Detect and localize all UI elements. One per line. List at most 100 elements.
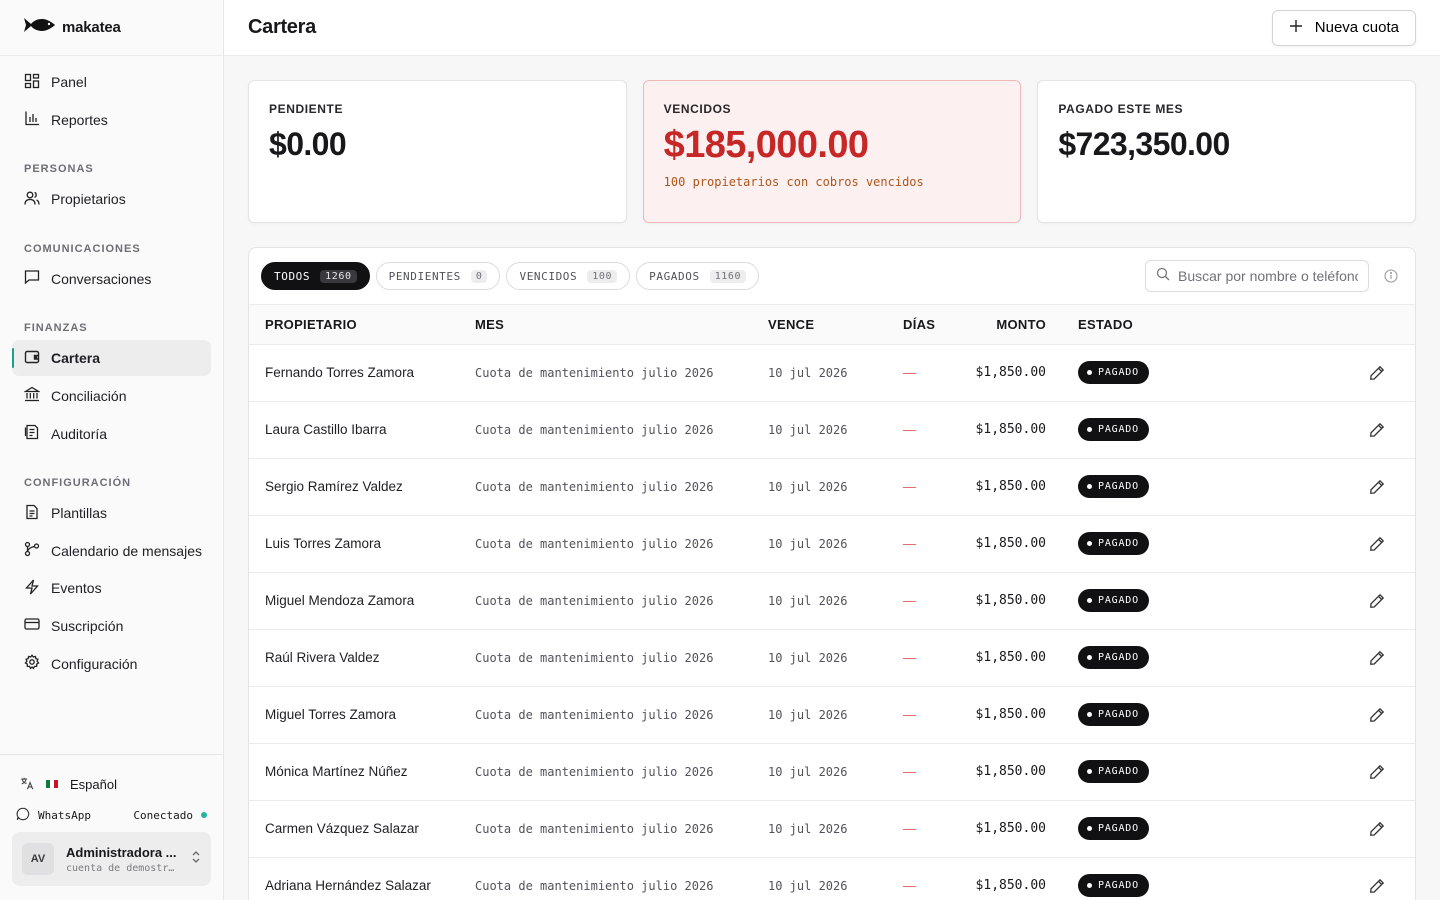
sidebar-item-label: Panel	[51, 74, 87, 90]
status-dot-icon	[1087, 712, 1092, 717]
due-date: 10 jul 2026	[768, 479, 848, 494]
table-row[interactable]: Adriana Hernández Salazar Cuota de mante…	[249, 857, 1415, 900]
section-title-comunicaciones: COMUNICACIONES	[24, 242, 141, 255]
column-header-monto[interactable]: MONTO	[970, 305, 1046, 345]
status-badge-label: PAGADO	[1098, 424, 1139, 435]
days-overdue: —	[903, 536, 916, 551]
amount: $1,850.00	[975, 479, 1046, 494]
status-badge: PAGADO	[1078, 817, 1149, 840]
sidebar-item-cartera[interactable]: Cartera	[12, 340, 211, 377]
new-fee-button-label: Nueva cuota	[1314, 19, 1399, 36]
whatsapp-status-text: Conectado	[133, 808, 193, 822]
pencil-icon	[1370, 650, 1385, 665]
sidebar-item-panel[interactable]: Panel	[12, 64, 211, 100]
column-header-dias[interactable]: DÍAS	[903, 305, 970, 345]
table-row[interactable]: Carmen Vázquez Salazar Cuota de mantenim…	[249, 800, 1415, 857]
status-cell: PAGADO	[1078, 401, 1298, 458]
filter-chip-pendientes[interactable]: PENDIENTES 0	[375, 262, 501, 290]
status-badge: PAGADO	[1078, 760, 1149, 783]
owner-name: Laura Castillo Ibarra	[265, 422, 387, 437]
actions-cell	[1298, 401, 1415, 458]
summary-card-label: PENDIENTE	[269, 102, 344, 116]
status-badge-label: PAGADO	[1098, 766, 1139, 777]
edit-button[interactable]	[1365, 589, 1389, 613]
edit-button[interactable]	[1365, 703, 1389, 727]
filter-chip-todos[interactable]: TODOS 1260	[261, 262, 370, 290]
column-header-mes[interactable]: MES	[475, 305, 768, 345]
status-cell: PAGADO	[1078, 686, 1298, 743]
search-input[interactable]	[1178, 268, 1358, 284]
edit-button[interactable]	[1365, 760, 1389, 784]
bolt-icon	[24, 579, 40, 598]
pencil-icon	[1370, 593, 1385, 608]
table-row[interactable]: Sergio Ramírez Valdez Cuota de mantenimi…	[249, 458, 1415, 515]
spacer-cell	[1046, 857, 1078, 900]
filter-chip-label: PAGADOS	[649, 269, 700, 283]
sidebar-item-reportes[interactable]: Reportes	[12, 102, 211, 138]
brand[interactable]: makatea	[0, 0, 223, 56]
status-dot-icon	[1087, 370, 1092, 375]
table-row[interactable]: Raúl Rivera Valdez Cuota de mantenimient…	[249, 629, 1415, 686]
owner-name: Miguel Mendoza Zamora	[265, 593, 415, 608]
edit-button[interactable]	[1365, 475, 1389, 499]
owner-name: Fernando Torres Zamora	[265, 365, 415, 380]
summary-card-label: VENCIDOS	[663, 102, 732, 116]
users-icon	[24, 190, 40, 209]
table-row[interactable]: Miguel Torres Zamora Cuota de mantenimie…	[249, 686, 1415, 743]
edit-button[interactable]	[1365, 817, 1389, 841]
sidebar-item-label: Eventos	[51, 580, 102, 597]
column-header-propietario[interactable]: PROPIETARIO	[249, 305, 475, 345]
brand-name: makatea	[62, 19, 121, 36]
sidebar-item-label: Auditoría	[51, 425, 108, 442]
gear-icon	[24, 654, 40, 673]
status-badge: PAGADO	[1078, 418, 1149, 441]
table-row[interactable]: Fernando Torres Zamora Cuota de mantenim…	[249, 344, 1415, 401]
table-row[interactable]: Laura Castillo Ibarra Cuota de mantenimi…	[249, 401, 1415, 458]
sidebar-item-configuracion[interactable]: Configuración	[12, 646, 211, 682]
filter-chip-vencidos[interactable]: VENCIDOS 100	[506, 262, 631, 290]
new-fee-button[interactable]: Nueva cuota	[1271, 9, 1416, 46]
sidebar-item-propietarios[interactable]: Propietarios	[12, 181, 211, 217]
pencil-icon	[1370, 707, 1385, 722]
audit-icon	[24, 424, 40, 443]
sidebar-item-conciliacion[interactable]: Conciliación	[12, 378, 211, 414]
edit-button[interactable]	[1365, 361, 1389, 385]
summary-card-pagado: PAGADO ESTE MES $723,350.00	[1037, 80, 1417, 223]
status-badge-label: PAGADO	[1098, 709, 1139, 720]
sidebar-item-calendario-de-mensajes[interactable]: Calendario de mensajes	[12, 533, 211, 569]
edit-button[interactable]	[1365, 418, 1389, 442]
sidebar-item-conversaciones[interactable]: Conversaciones	[12, 261, 211, 297]
status-cell: PAGADO	[1078, 572, 1298, 629]
user-menu[interactable]: AV Administradora ... cuenta de demostr…	[12, 832, 211, 886]
edit-button[interactable]	[1365, 646, 1389, 670]
days-overdue: —	[903, 821, 916, 836]
days-overdue: —	[903, 707, 916, 722]
sidebar-item-suscripcion[interactable]: Suscripción	[12, 608, 211, 644]
table-row[interactable]: Luis Torres Zamora Cuota de mantenimient…	[249, 515, 1415, 572]
edit-button[interactable]	[1365, 874, 1389, 898]
filter-chip-count: 1160	[709, 269, 747, 283]
actions-cell	[1298, 515, 1415, 572]
amount: $1,850.00	[975, 422, 1046, 437]
language-label: Español	[70, 776, 117, 792]
days-overdue: —	[903, 365, 916, 380]
table-row[interactable]: Mónica Martínez Núñez Cuota de mantenimi…	[249, 743, 1415, 800]
table-row[interactable]: Miguel Mendoza Zamora Cuota de mantenimi…	[249, 572, 1415, 629]
filter-chip-pagados[interactable]: PAGADOS 1160	[636, 262, 760, 290]
column-header-vence[interactable]: VENCE	[768, 305, 903, 345]
sidebar-item-auditoria[interactable]: Auditoría	[12, 416, 211, 452]
sidebar-item-eventos[interactable]: Eventos	[12, 570, 211, 606]
column-header-estado[interactable]: ESTADO	[1078, 305, 1298, 345]
fee-description: Cuota de mantenimiento julio 2026	[475, 821, 714, 836]
status-cell: PAGADO	[1078, 629, 1298, 686]
amount: $1,850.00	[975, 365, 1046, 380]
user-name: Administradora ...	[66, 844, 177, 860]
edit-button[interactable]	[1365, 532, 1389, 556]
language-selector[interactable]: Español	[12, 769, 211, 799]
sidebar-item-plantillas[interactable]: Plantillas	[12, 495, 211, 531]
owner-name: Miguel Torres Zamora	[265, 707, 397, 722]
portfolio-table: PROPIETARIO MES VENCE DÍAS MONTO ESTADO …	[249, 305, 1415, 900]
info-icon[interactable]	[1379, 264, 1403, 288]
actions-cell	[1298, 743, 1415, 800]
fee-description: Cuota de mantenimiento julio 2026	[475, 593, 714, 608]
